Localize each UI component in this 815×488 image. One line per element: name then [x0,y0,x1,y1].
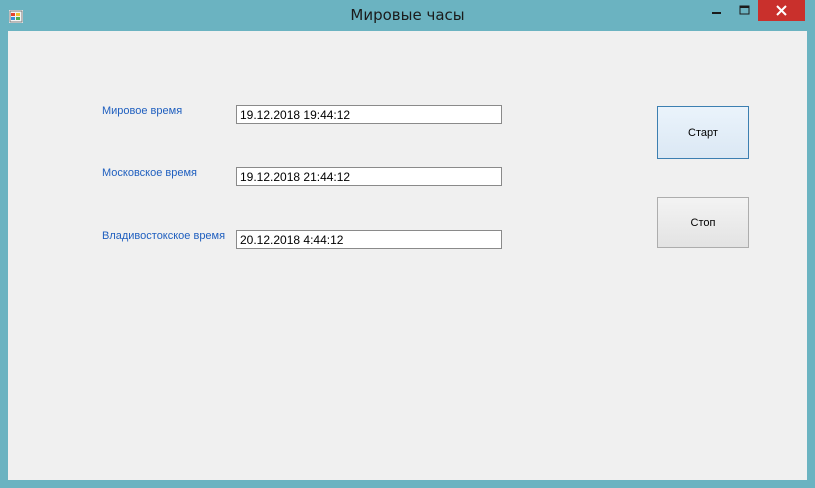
world-time-label: Мировое время [102,105,183,117]
maximize-button[interactable] [731,0,757,21]
vladivostok-time-label: Владивостокское время [102,230,226,242]
minimize-button[interactable] [704,0,730,21]
maximize-icon [739,5,750,15]
minimize-icon [712,12,721,14]
stop-button-label: Стоп [690,216,716,229]
stop-button[interactable]: Стоп [657,197,749,248]
vladivostok-time-field[interactable] [236,230,502,249]
close-button[interactable] [758,0,805,21]
close-icon [776,5,787,16]
moscow-time-field[interactable] [236,167,502,186]
app-window: Мировые часы Мировое время Московское вр… [0,0,815,488]
window-title: Мировые часы [350,6,465,24]
start-button[interactable]: Старт [657,106,749,159]
title-bar[interactable]: Мировые часы [0,0,815,31]
client-area: Мировое время Московское время Владивост… [8,31,807,480]
moscow-time-label: Московское время [102,167,198,179]
start-button-label: Старт [688,126,718,139]
world-time-field[interactable] [236,105,502,124]
